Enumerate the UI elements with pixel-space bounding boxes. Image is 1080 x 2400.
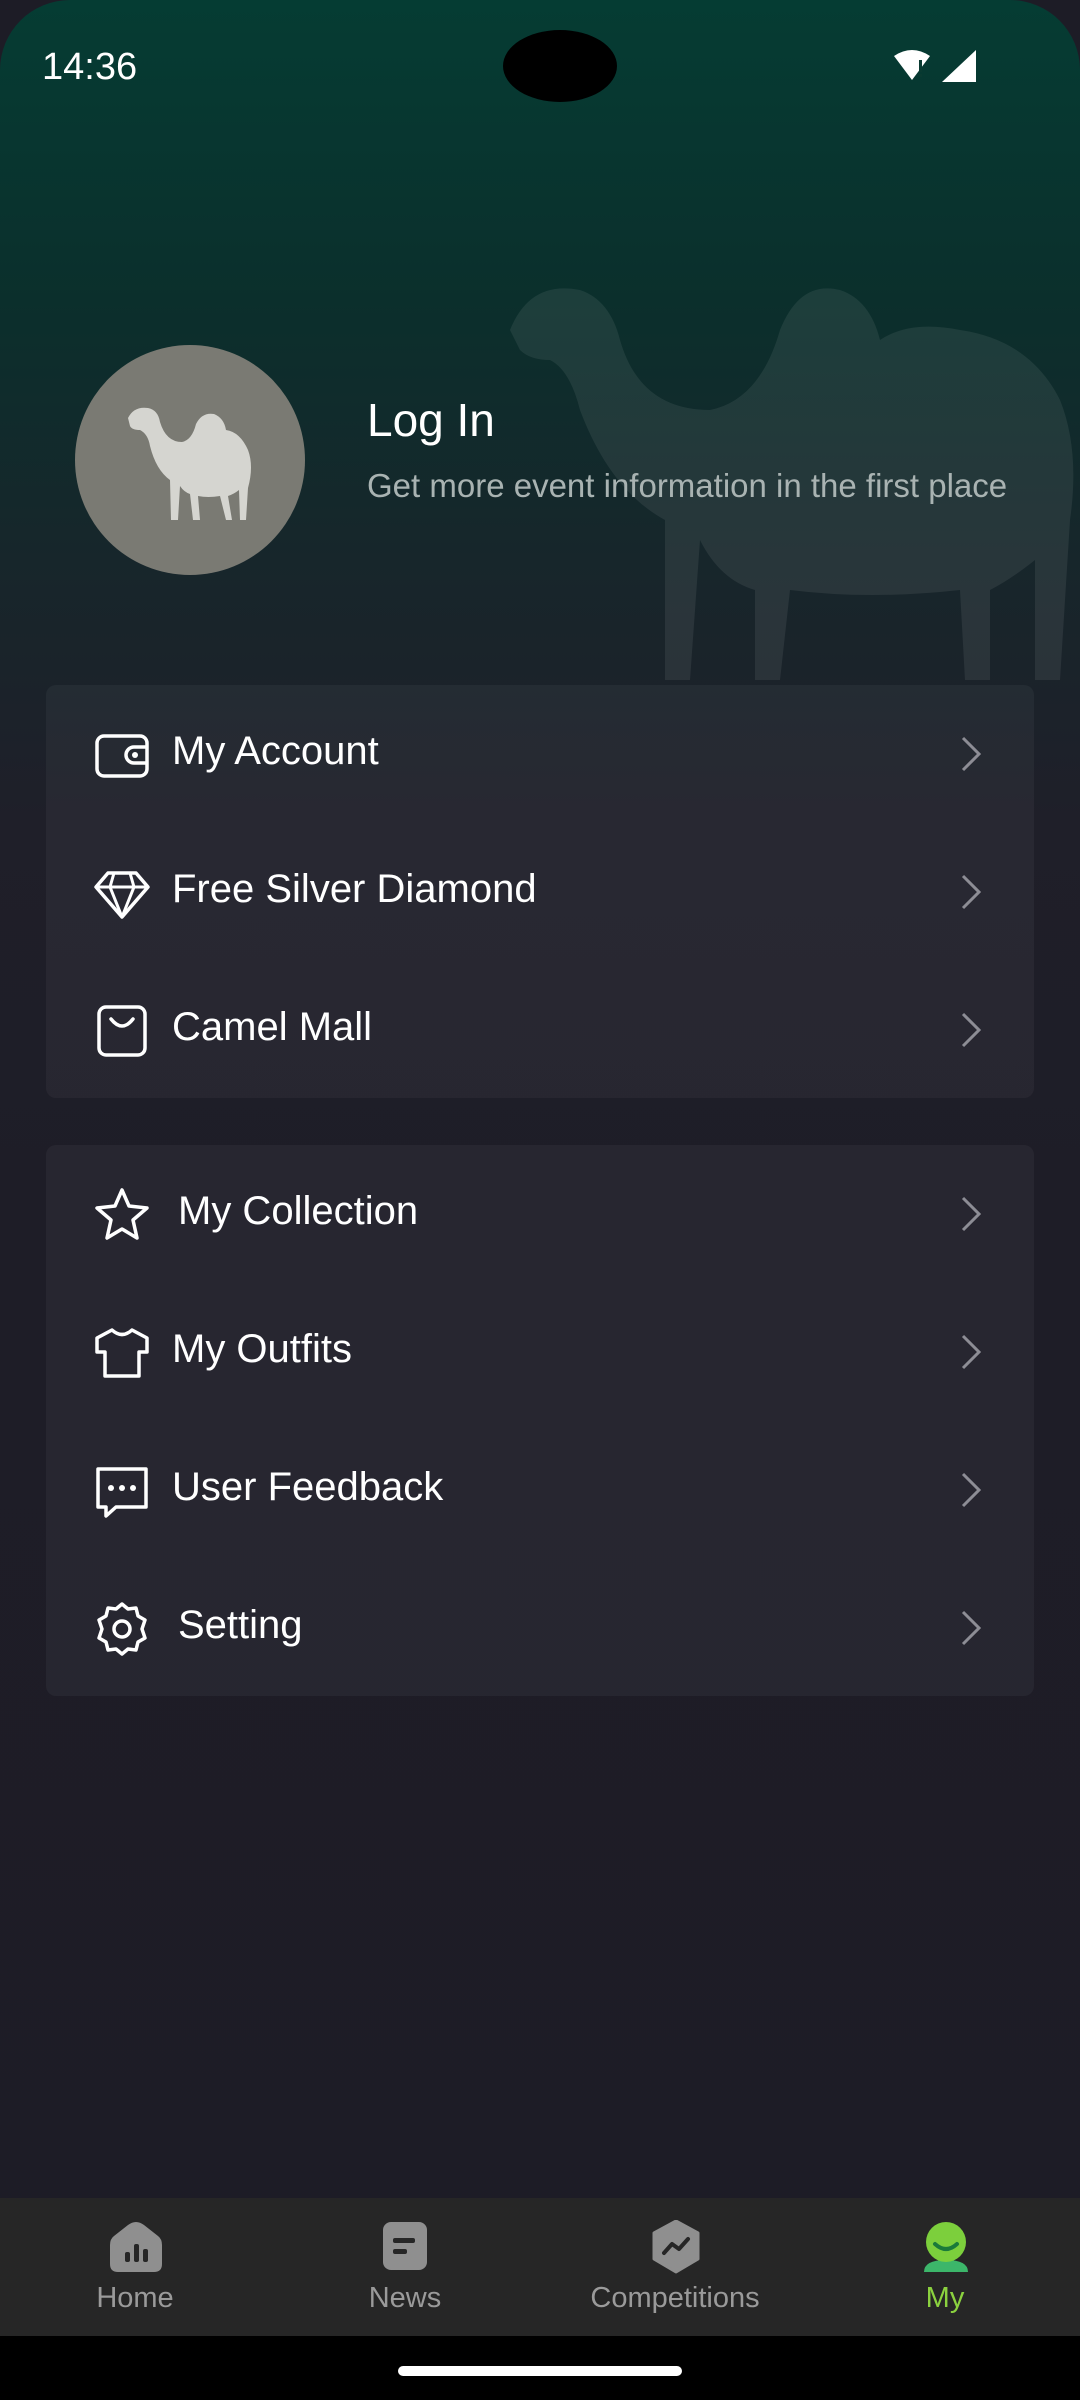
menu-item-setting[interactable]: Setting bbox=[46, 1559, 1034, 1697]
bottom-tab-bar: Home News Competitions My bbox=[0, 2198, 1080, 2336]
menu-card-personal: My Collection My Outfits User Feedback S… bbox=[46, 1145, 1034, 1696]
chevron-right-icon bbox=[961, 736, 982, 772]
gear-icon bbox=[97, 1602, 147, 1656]
menu-item-user-feedback[interactable]: User Feedback bbox=[46, 1421, 1034, 1559]
profile-icon bbox=[924, 2222, 968, 2272]
chat-bubble-icon bbox=[96, 1467, 148, 1518]
menu-item-camel-mall[interactable]: Camel Mall bbox=[46, 961, 1034, 1099]
shopping-bag-icon bbox=[97, 1005, 147, 1057]
camel-avatar-icon bbox=[128, 407, 251, 520]
screen: 14:36 Log In Get more event information … bbox=[0, 0, 1080, 2400]
menu-item-free-silver-diamond[interactable]: Free Silver Diamond bbox=[46, 823, 1034, 961]
tab-label: Competitions bbox=[590, 2282, 760, 2314]
menu-item-my-account[interactable]: My Account bbox=[46, 685, 1034, 823]
chevron-right-icon bbox=[961, 1472, 982, 1508]
tab-home[interactable]: Home bbox=[0, 2198, 270, 2336]
avatar[interactable] bbox=[75, 345, 305, 575]
menu-label: Camel Mall bbox=[172, 1005, 373, 1049]
menu-item-my-outfits[interactable]: My Outfits bbox=[46, 1283, 1034, 1421]
home-chart-icon bbox=[110, 2222, 162, 2272]
chevron-right-icon bbox=[961, 1196, 982, 1232]
diamond-icon bbox=[94, 871, 150, 919]
system-nav-bar bbox=[0, 2336, 1080, 2400]
wallet-icon bbox=[95, 734, 149, 778]
signal-icons bbox=[894, 50, 976, 82]
menu-card-account: My Account Free Silver Diamond Camel Mal… bbox=[46, 685, 1034, 1098]
tab-label: News bbox=[368, 2282, 442, 2314]
menu-label: User Feedback bbox=[172, 1465, 444, 1509]
menu-item-my-collection[interactable]: My Collection bbox=[46, 1145, 1034, 1283]
star-icon bbox=[95, 1188, 149, 1240]
news-icon bbox=[383, 2222, 427, 2270]
menu-label: Setting bbox=[178, 1603, 303, 1647]
menu-label: My Collection bbox=[178, 1189, 419, 1233]
menu-label: My Outfits bbox=[172, 1327, 353, 1371]
tab-competitions[interactable]: Competitions bbox=[540, 2198, 810, 2336]
menu-label: My Account bbox=[172, 729, 379, 773]
chevron-right-icon bbox=[961, 874, 982, 910]
tshirt-icon bbox=[95, 1328, 149, 1378]
chevron-right-icon bbox=[961, 1610, 982, 1646]
home-indicator[interactable] bbox=[398, 2366, 682, 2376]
tab-my[interactable]: My bbox=[810, 2198, 1080, 2336]
chevron-right-icon bbox=[961, 1012, 982, 1048]
chevron-right-icon bbox=[961, 1334, 982, 1370]
tab-label: My bbox=[925, 2282, 965, 2314]
tab-news[interactable]: News bbox=[270, 2198, 540, 2336]
login-subtitle: Get more event information in the first … bbox=[367, 467, 1008, 504]
status-time: 14:36 bbox=[42, 46, 138, 88]
front-camera bbox=[503, 30, 617, 102]
status-bar: 14:36 bbox=[0, 0, 1080, 135]
menu-label: Free Silver Diamond bbox=[172, 867, 537, 911]
login-title[interactable]: Log In bbox=[367, 393, 495, 447]
competitions-icon bbox=[652, 2220, 700, 2274]
tab-label: Home bbox=[96, 2282, 174, 2314]
